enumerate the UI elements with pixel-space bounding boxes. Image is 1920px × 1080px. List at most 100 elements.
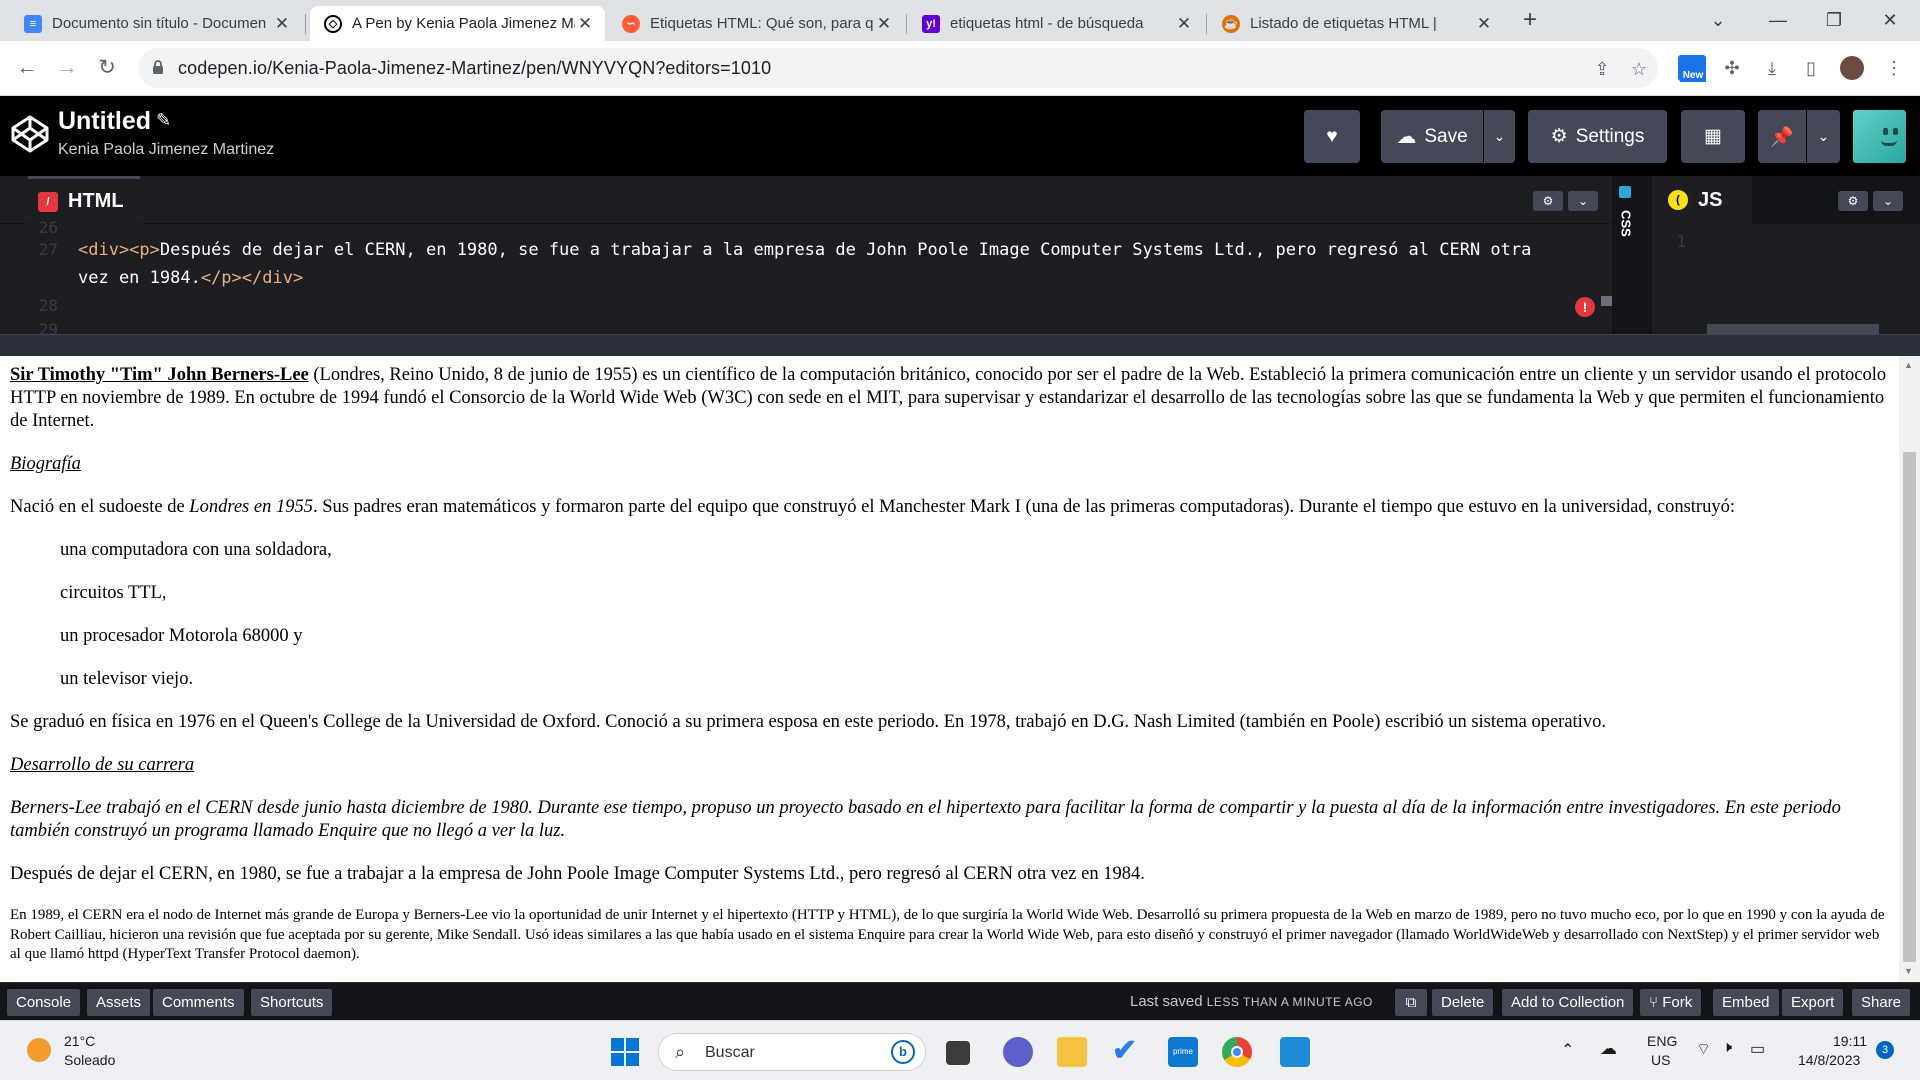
pin-options-chevron-icon[interactable]: ⌄ <box>1807 110 1840 163</box>
js-editor-pane: ( JS ⚙ ⌄ 1 <box>1656 176 1920 334</box>
css-collapsed-pane[interactable] <box>1612 176 1652 334</box>
close-icon[interactable]: ✕ <box>874 14 894 34</box>
user-avatar[interactable] <box>1853 110 1906 163</box>
error-indicator-icon[interactable]: ! <box>1575 297 1595 317</box>
weather-temperature[interactable]: 21°C <box>64 1033 95 1049</box>
taskbar-search[interactable]: ⌕ Buscar b <box>658 1033 926 1071</box>
back-arrow-icon[interactable]: ← <box>12 53 42 83</box>
wifi-icon[interactable]: ⌔ <box>1696 1039 1711 1059</box>
assets-button[interactable]: Assets <box>87 989 151 1016</box>
settings-button[interactable]: ⚙ Settings <box>1528 110 1667 163</box>
resize-divider[interactable] <box>0 334 1920 356</box>
battery-icon[interactable]: ▭ <box>1750 1039 1765 1059</box>
save-button[interactable]: ☁ Save <box>1381 110 1483 163</box>
show-hidden-icons-chevron-icon[interactable]: ⌃ <box>1561 1040 1574 1060</box>
share-button[interactable]: Share <box>1852 989 1911 1016</box>
share-icon[interactable]: ⇪ <box>1590 58 1614 80</box>
js-horizontal-scrollbar[interactable] <box>1707 324 1879 334</box>
forward-arrow-icon[interactable]: → <box>52 53 82 83</box>
close-icon[interactable]: ✕ <box>1174 14 1194 34</box>
shortcuts-button[interactable]: Shortcuts <box>251 989 333 1016</box>
new-tab-button[interactable]: + <box>1512 6 1548 34</box>
embed-button[interactable]: Embed <box>1713 989 1779 1016</box>
scroll-down-arrow-icon[interactable]: ▼ <box>1904 966 1913 976</box>
close-icon[interactable]: ✕ <box>575 14 595 34</box>
extension-new-badge: New <box>1680 69 1706 82</box>
close-window-icon[interactable]: ✕ <box>1872 6 1908 34</box>
export-button[interactable]: Export <box>1782 989 1844 1016</box>
last-saved-label: Last saved <box>1130 993 1203 1010</box>
volume-muted-icon[interactable]: 🕨 <box>1722 1039 1732 1057</box>
search-placeholder: Buscar <box>705 1044 755 1061</box>
reload-icon[interactable]: ↻ <box>92 53 122 83</box>
minimize-icon[interactable]: — <box>1760 6 1796 34</box>
language-eng[interactable]: ENG <box>1647 1033 1677 1049</box>
weather-sun-icon[interactable] <box>27 1038 51 1062</box>
tab-java[interactable]: ☕ Listado de etiquetas HTML | ✕ <box>1208 6 1504 41</box>
task-view-icon[interactable] <box>946 1041 970 1065</box>
js-collapse-chevron-icon[interactable]: ⌄ <box>1873 191 1903 211</box>
download-icon[interactable]: ⤓ <box>1758 53 1786 83</box>
side-panel-icon[interactable]: ▯ <box>1797 53 1825 83</box>
html-settings-gear-icon[interactable]: ⚙ <box>1533 191 1563 211</box>
code-line-27: <div><p>Después de dejar el CERN, en 198… <box>78 240 1531 260</box>
fork-label: Fork <box>1662 994 1693 1011</box>
restore-icon[interactable]: ❐ <box>1816 6 1852 34</box>
tab-hubspot[interactable]: ∽ Etiquetas HTML: Qué son, para q ✕ <box>608 6 904 41</box>
html-collapse-chevron-icon[interactable]: ⌄ <box>1568 191 1598 211</box>
chrome-menu-icon[interactable]: ⋮ <box>1880 53 1908 83</box>
heading-carrera: Desarrollo de su carrera <box>10 755 195 775</box>
clock-time[interactable]: 19:11 <box>1833 1033 1867 1049</box>
tab-title: Documento sin título - Documen <box>52 15 267 32</box>
tab-search-chevron-icon[interactable]: ⌄ <box>1700 6 1736 34</box>
close-icon[interactable]: ✕ <box>272 14 292 34</box>
bookmark-star-icon[interactable]: ☆ <box>1627 58 1651 80</box>
tab-codepen[interactable]: ◇ A Pen by Kenia Paola Jimenez Ma ✕ <box>310 6 605 41</box>
start-windows-icon[interactable] <box>610 1037 640 1067</box>
pin-icon: 📌 <box>1770 126 1794 148</box>
notepad-icon[interactable] <box>1280 1037 1310 1067</box>
codepen-header: Untitled ✎ Kenia Paola Jimenez Martinez … <box>0 96 1920 176</box>
profile-avatar[interactable] <box>1838 53 1866 83</box>
tab-js[interactable]: ( JS <box>1656 176 1752 224</box>
extensions-puzzle-icon[interactable]: ✣ <box>1718 53 1746 83</box>
pen-author[interactable]: Kenia Paola Jimenez Martinez <box>58 141 274 159</box>
onedrive-icon[interactable]: ☁ <box>1600 1039 1617 1059</box>
heart-button[interactable]: ♥ <box>1304 110 1360 163</box>
fork-button[interactable]: ⑂ Fork <box>1640 989 1702 1016</box>
file-explorer-icon[interactable] <box>1057 1037 1087 1067</box>
tab-yahoo[interactable]: y! etiquetas html - de búsqueda ✕ <box>908 6 1204 41</box>
save-options-chevron-icon[interactable]: ⌄ <box>1484 110 1515 163</box>
add-to-collection-button[interactable]: Add to Collection <box>1502 989 1634 1016</box>
console-button[interactable]: Console <box>7 989 81 1016</box>
tab-html[interactable]: / HTML <box>28 176 140 224</box>
delete-button[interactable]: Delete <box>1432 989 1494 1016</box>
scroll-up-arrow-icon[interactable]: ▲ <box>1904 360 1913 370</box>
preview-scroll-thumb[interactable] <box>1903 452 1916 962</box>
notification-badge[interactable]: 3 <box>1876 1041 1894 1059</box>
codepen-logo-icon[interactable] <box>10 114 50 154</box>
js-settings-gear-icon[interactable]: ⚙ <box>1838 191 1868 211</box>
tab-google-docs[interactable]: ≡ Documento sin título - Documen ✕ <box>10 6 302 41</box>
edit-pencil-icon[interactable]: ✎ <box>156 110 171 131</box>
html-code-editor[interactable]: 26 27 <div><p>Después de dejar el CERN, … <box>0 218 1612 339</box>
pen-title[interactable]: Untitled <box>58 107 151 136</box>
pin-button[interactable]: 📌 <box>1758 110 1806 163</box>
todo-check-icon[interactable]: ✔ <box>1110 1034 1140 1067</box>
chrome-icon[interactable] <box>1222 1037 1252 1067</box>
prime-video-icon[interactable]: prime <box>1168 1037 1198 1067</box>
language-us[interactable]: US <box>1651 1052 1670 1068</box>
open-new-window-icon[interactable]: ⧉ <box>1395 989 1427 1016</box>
address-bar[interactable]: codepen.io/Kenia-Paola-Jimenez-Martinez/… <box>138 48 1658 88</box>
change-view-button[interactable]: ▦ <box>1681 110 1745 163</box>
js-tab-label: JS <box>1698 188 1723 211</box>
comments-button[interactable]: Comments <box>153 989 244 1016</box>
close-icon[interactable]: ✕ <box>1474 14 1494 34</box>
bing-icon[interactable]: b <box>891 1040 915 1064</box>
teams-chat-icon[interactable] <box>1003 1037 1033 1067</box>
css-tab-label[interactable]: CSS <box>1619 204 1634 244</box>
extension-new-icon[interactable]: New <box>1678 53 1706 83</box>
clock-date[interactable]: 14/8/2023 <box>1798 1052 1860 1068</box>
weather-condition[interactable]: Soleado <box>64 1052 115 1068</box>
js-lang-icon: ( <box>1668 190 1688 210</box>
